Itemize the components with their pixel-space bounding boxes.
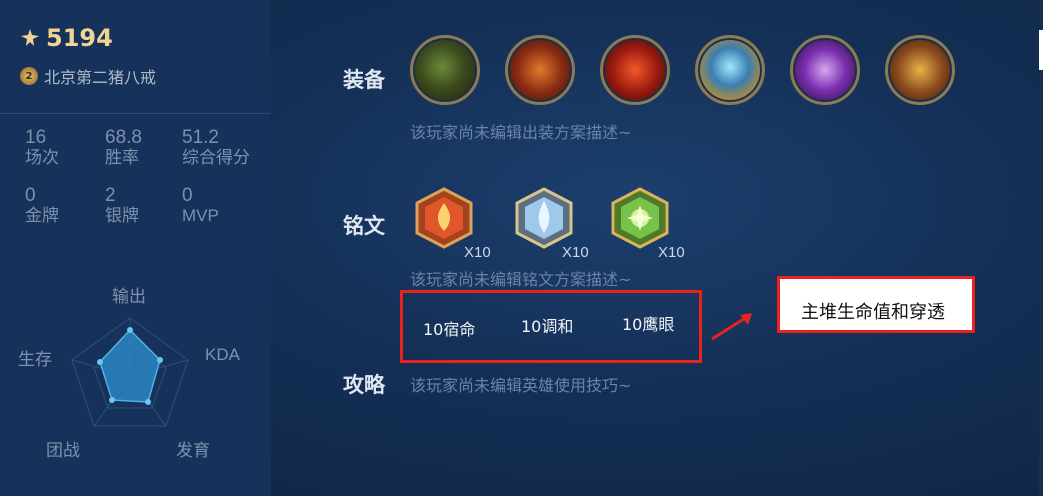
green-rune-count: X10 [658,244,685,261]
scrollbar-thumb[interactable] [1039,30,1043,70]
rune-name-1: 10宿命 [423,320,476,339]
radar-label-growth: 发育 [176,441,210,460]
annotation-arrow-icon [711,313,752,341]
rune-name-3: 10鹰眼 [622,315,675,334]
radar-label-output: 输出 [112,287,146,306]
player-summary-panel: 5194 2 北京第二猪八戒 16 场次 68.8 胜率 51.2 综合得分 0 金牌 … [0,0,271,496]
runes-title: 铭文 [343,214,385,238]
purple-axe-item-icon[interactable] [790,35,860,105]
red-rune-icon[interactable] [413,187,475,249]
boots-item-icon[interactable] [410,35,480,105]
golden-armor-item-icon[interactable] [885,35,955,105]
divider [0,113,271,114]
crystal-shield-item-icon[interactable] [695,35,765,105]
score-value: 5194 [46,24,113,52]
region-title: 2 北京第二猪八戒 [20,64,156,88]
runes-description: 该玩家尚未编辑铭文方案描述~ [410,270,632,289]
stat-silver: 2 银牌 [105,185,139,226]
strategy-description: 该玩家尚未编辑英雄使用技巧~ [410,376,632,395]
red-rune-count: X10 [464,244,491,261]
scrollbar[interactable] [1039,0,1043,496]
armor-item-icon[interactable] [505,35,575,105]
stat-games: 16 场次 [25,127,59,168]
green-rune-icon[interactable] [609,187,671,249]
blue-rune-icon[interactable] [513,187,575,249]
region-medal-icon: 2 [20,67,38,85]
blue-rune-count: X10 [562,244,589,261]
equipment-title: 装备 [343,68,385,92]
stat-winrate: 68.8 胜率 [105,127,142,168]
radar-label-survival: 生存 [18,350,52,369]
equipment-description: 该玩家尚未编辑出装方案描述~ [410,123,632,142]
hero-build-panel: 5194 2 北京第二猪八戒 16 场次 68.8 胜率 51.2 综合得分 0 金牌 … [0,0,1043,496]
radar-shape [99,328,161,403]
rune-name-2: 10调和 [521,317,574,336]
stat-gold: 0 金牌 [25,185,59,226]
radar-label-kda: KDA [205,345,240,364]
tip-text: 主堆生命值和穿透 [801,302,945,323]
radar-label-teamfight: 团战 [46,441,80,460]
region-name: 北京第二猪八戒 [44,68,157,87]
stat-mvp: 0 MVP [182,185,219,226]
fire-orb-item-icon[interactable] [600,35,670,105]
hero-power-score: 5194 [20,24,113,52]
power-icon [21,29,39,46]
strategy-title: 攻略 [343,373,385,397]
stat-score: 51.2 综合得分 [182,127,250,168]
